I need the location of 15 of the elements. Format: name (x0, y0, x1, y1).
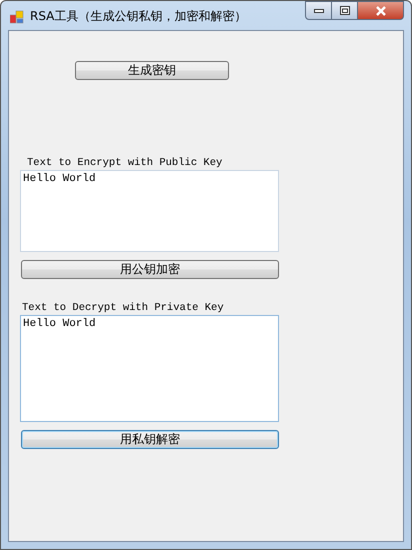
maximize-button[interactable] (331, 1, 358, 20)
decrypt-button[interactable]: 用私钥解密 (21, 430, 279, 449)
encrypt-text-field[interactable]: Hello World (20, 170, 279, 252)
generate-key-button[interactable]: 生成密钥 (75, 61, 229, 80)
maximize-icon (340, 6, 350, 15)
close-icon (374, 6, 386, 16)
window-title: RSA工具（生成公钥私钥，加密和解密） (30, 8, 246, 24)
encrypt-label: Text to Encrypt with Public Key (27, 157, 222, 169)
app-icon (10, 10, 24, 24)
decrypt-label: Text to Decrypt with Private Key (22, 302, 224, 314)
encrypt-button[interactable]: 用公钥加密 (21, 260, 279, 279)
minimize-button[interactable] (305, 1, 332, 20)
decrypt-text-field[interactable]: Hello World (20, 315, 279, 422)
close-button[interactable] (357, 1, 404, 20)
minimize-icon (314, 8, 324, 12)
